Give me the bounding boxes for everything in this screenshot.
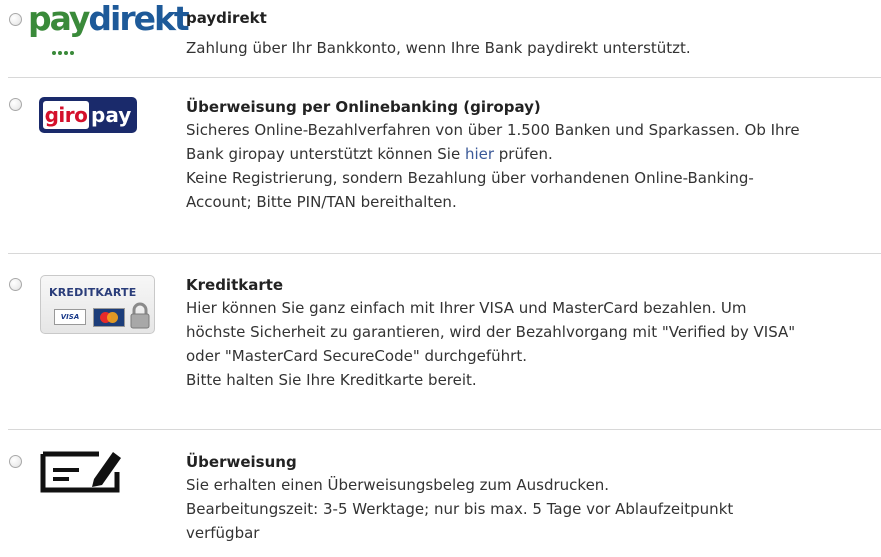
- kreditkarte-logo: KREDITKARTE VISA: [40, 275, 155, 334]
- separator: [8, 429, 881, 430]
- paydirekt-description: Zahlung über Ihr Bankkonto, wenn Ihre Ba…: [186, 39, 691, 57]
- paydirekt-title: paydirekt: [186, 9, 267, 27]
- radio-paydirekt[interactable]: [9, 13, 22, 26]
- giropay-logo: giro pay: [39, 97, 137, 133]
- kreditkarte-desc-line4: Bitte halten Sie Ihre Kreditkarte bereit…: [186, 371, 477, 389]
- giropay-desc-line2: Bank giropay unterstützt können Sie hier…: [186, 145, 553, 163]
- giropay-check-link[interactable]: hier: [465, 145, 494, 163]
- lock-icon: [130, 302, 150, 329]
- radio-giropay[interactable]: [9, 98, 22, 111]
- giropay-title: Überweisung per Onlinebanking (giropay): [186, 98, 541, 116]
- giropay-desc-line3: Keine Registrierung, sondern Bezahlung ü…: [186, 169, 754, 187]
- giropay-desc-line4: Account; Bitte PIN/TAN bereithalten.: [186, 193, 457, 211]
- giropay-desc-line1: Sicheres Online-Bezahlverfahren von über…: [186, 121, 800, 139]
- kreditkarte-desc-line3: oder "MasterCard SecureCode" durchgeführ…: [186, 347, 527, 365]
- paydirekt-logo: paydirekt: [28, 0, 190, 55]
- separator: [8, 253, 881, 254]
- ueberweisung-desc-line1: Sie erhalten einen Überweisungsbeleg zum…: [186, 476, 610, 494]
- kreditkarte-desc-line1: Hier können Sie ganz einfach mit Ihrer V…: [186, 299, 747, 317]
- ueberweisung-desc-line2: Bearbeitungszeit: 3-5 Werktage; nur bis …: [186, 500, 734, 518]
- kreditkarte-title: Kreditkarte: [186, 276, 284, 294]
- ueberweisung-desc-line3: verfügbar: [186, 524, 260, 542]
- transfer-form-icon: [40, 451, 121, 493]
- kreditkarte-desc-line2: höchste Sicherheit zu garantieren, wird …: [186, 323, 796, 341]
- radio-ueberweisung[interactable]: [9, 455, 22, 468]
- payment-option-paydirekt[interactable]: paydirekt paydirekt Zahlung über Ihr Ban…: [0, 0, 881, 78]
- visa-card-icon: VISA: [54, 309, 86, 325]
- mastercard-icon: [93, 308, 125, 327]
- ueberweisung-title: Überweisung: [186, 453, 297, 471]
- radio-kreditkarte[interactable]: [9, 278, 22, 291]
